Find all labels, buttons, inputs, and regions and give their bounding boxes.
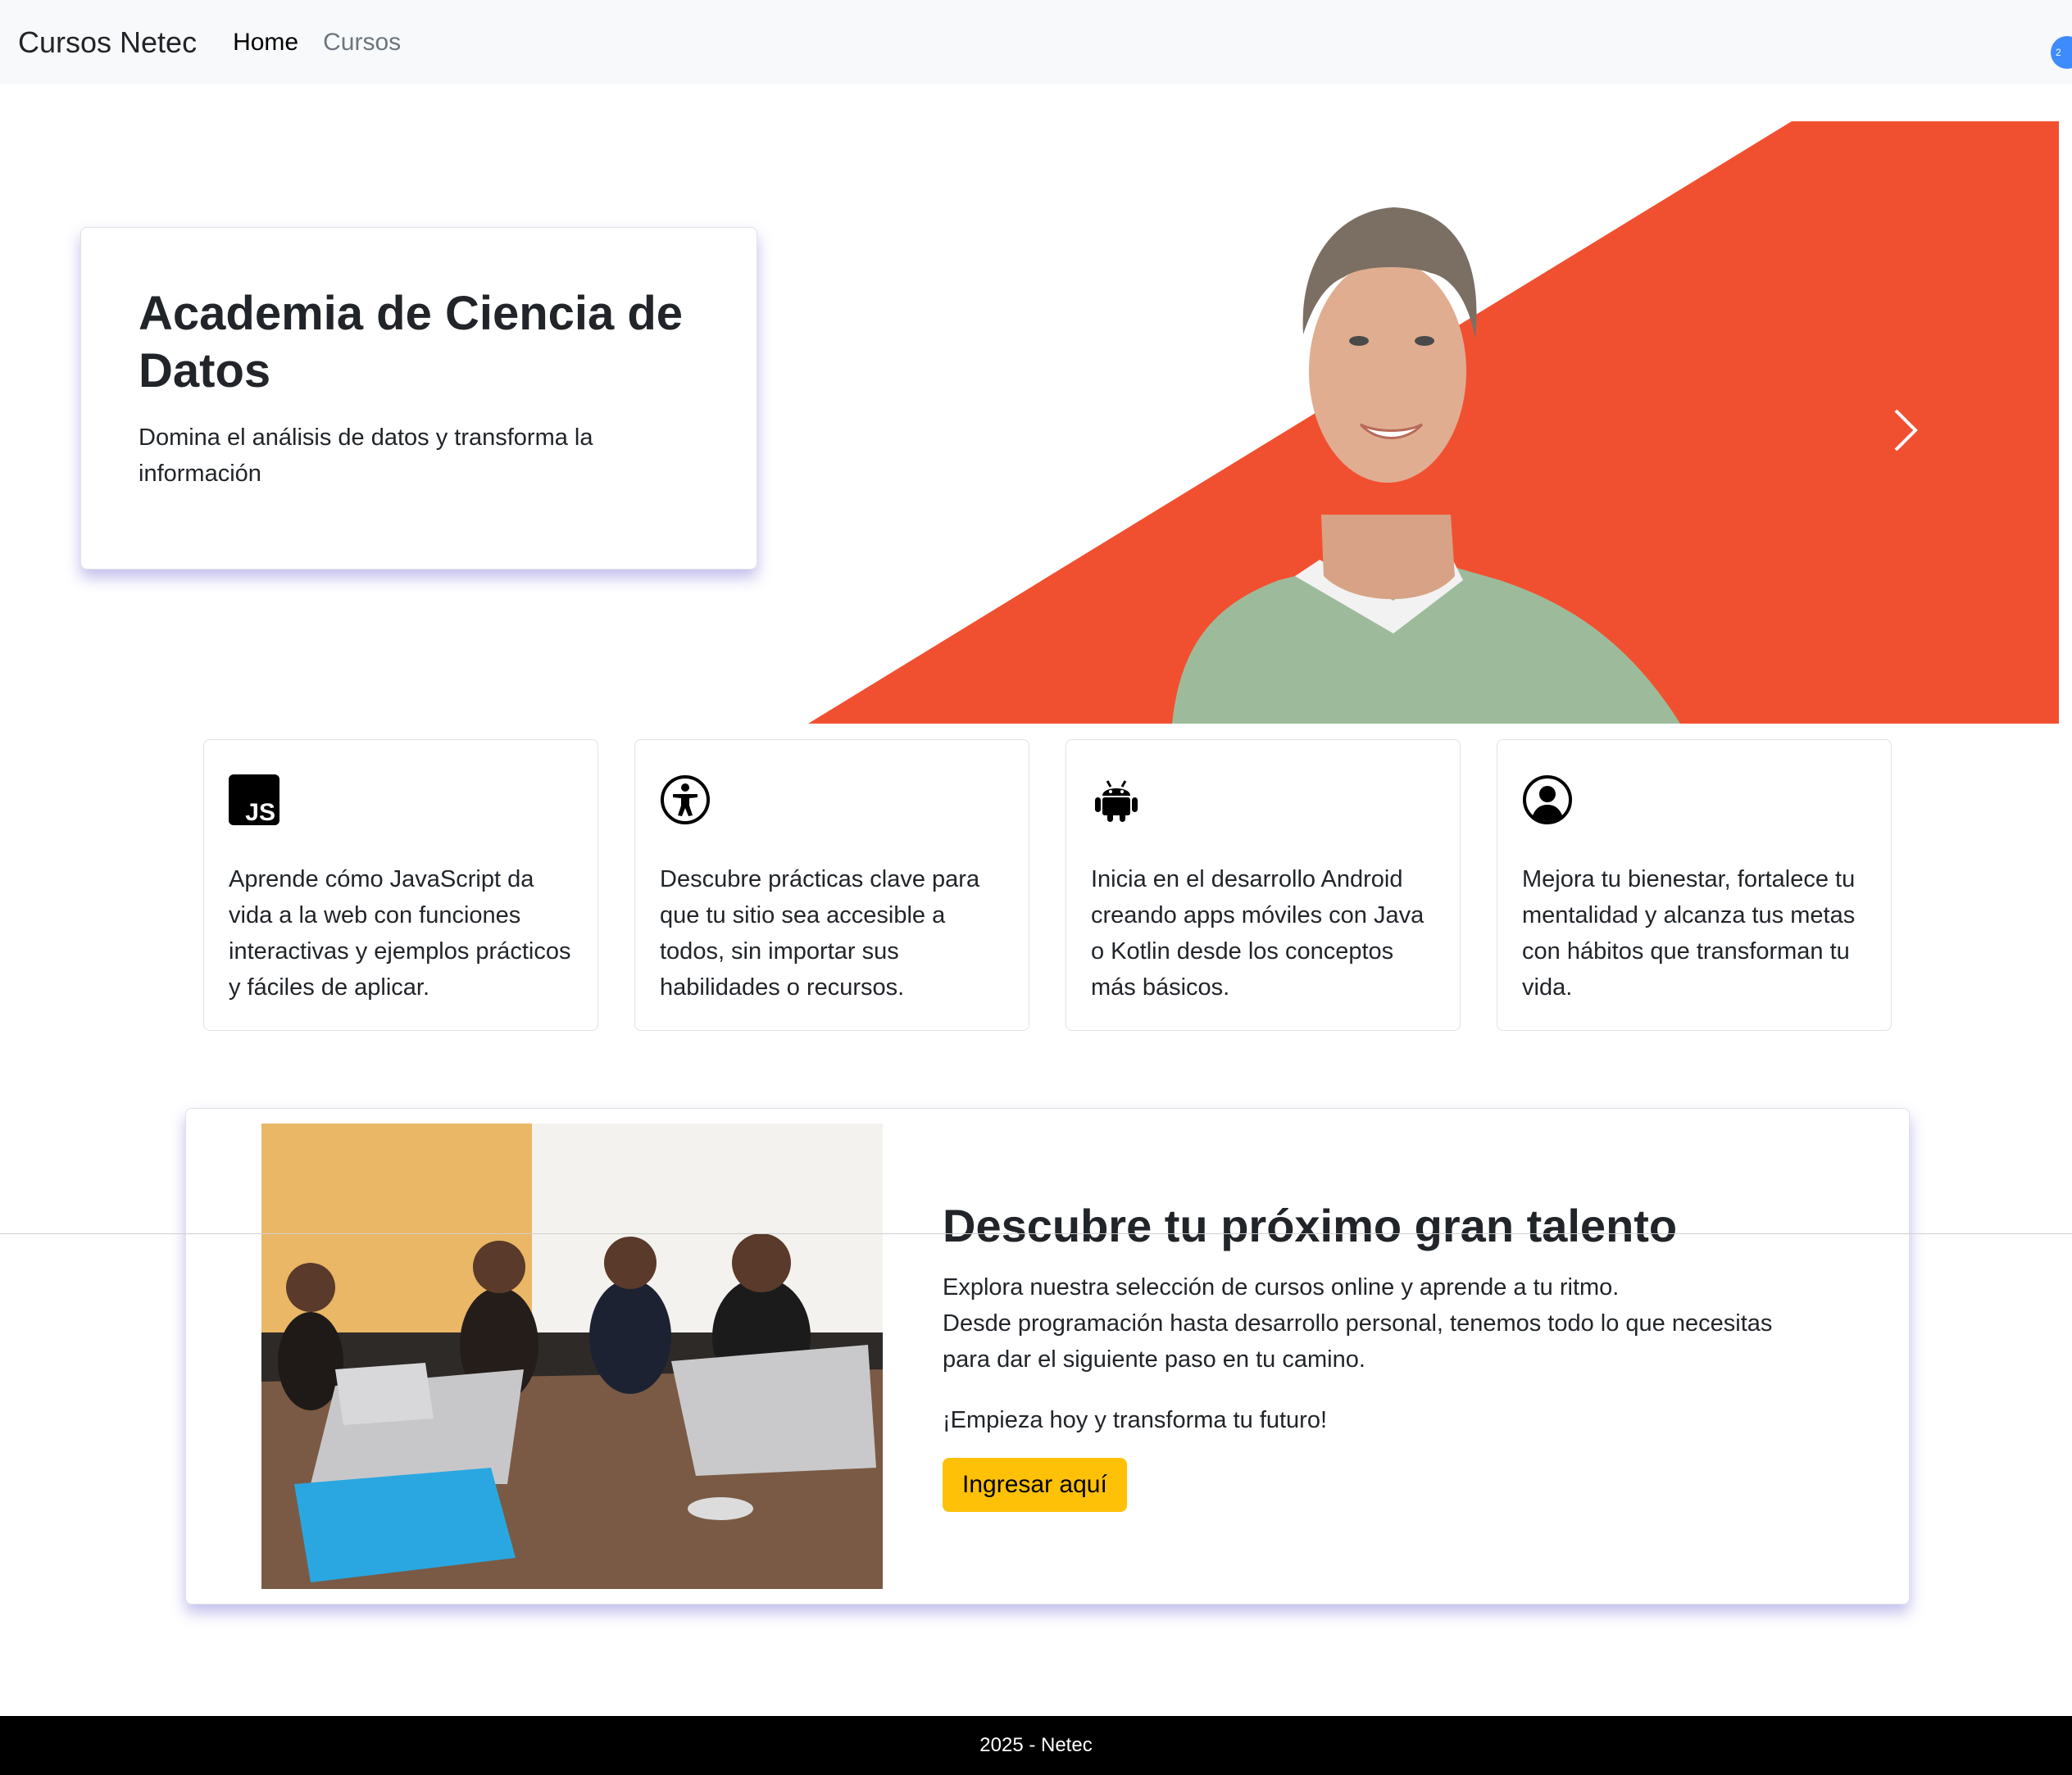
promo-cta-text: ¡Empieza hoy y transforma tu futuro!: [943, 1407, 1328, 1433]
accessibility-icon: [661, 775, 710, 824]
promo-line: para dar el siguiente paso en tu camino.: [943, 1346, 1365, 1373]
feature-card-javascript[interactable]: JS Aprende cómo JavaScript da vida a la …: [203, 739, 598, 1031]
hero-title: Academia de Ciencia de Datos: [139, 287, 684, 397]
feature-text: Mejora tu bienestar, fortalece tu mental…: [1522, 866, 1856, 1001]
team-meeting-photo: [261, 1124, 883, 1589]
android-icon: [1095, 780, 1138, 822]
feature-text: Inicia en el desarrollo Android creando …: [1091, 866, 1424, 1001]
promo-content: Descubre tu próximo gran talento Explora…: [943, 1199, 1861, 1512]
footer: 2025 - Netec: [0, 1716, 2072, 1775]
promo-description: Explora nuestra selección de cursos onli…: [943, 1269, 1861, 1378]
feature-text: Descubre prácticas clave para que tu sit…: [660, 866, 980, 1001]
feature-text: Aprende cómo JavaScript da vida a la web…: [229, 866, 571, 1001]
horizontal-divider: [0, 1233, 2072, 1234]
promo-line: Explora nuestra selección de cursos onli…: [943, 1274, 1620, 1301]
feature-cards: JS Aprende cómo JavaScript da vida a la …: [203, 739, 1892, 1031]
person-circle-icon: [1523, 775, 1572, 824]
feature-card-wellbeing[interactable]: Mejora tu bienestar, fortalece tu mental…: [1497, 739, 1892, 1031]
navbar: Cursos Netec Home Cursos 2: [0, 0, 2072, 84]
ingresar-button[interactable]: Ingresar aquí: [943, 1458, 1127, 1512]
footer-text: 2025 - Netec: [979, 1734, 1093, 1756]
hero-subtitle: Domina el análisis de datos y transforma…: [139, 424, 593, 487]
nav-link-cursos[interactable]: Cursos: [323, 29, 401, 57]
hero-carousel: Academia de Ciencia de Datos Domina el a…: [0, 84, 2072, 724]
promo-line: Desde programación hasta desarrollo pers…: [943, 1310, 1773, 1337]
javascript-icon: JS: [229, 774, 279, 825]
user-avatar-badge[interactable]: 2: [2051, 36, 2072, 69]
promo-card: Descubre tu próximo gran talento Explora…: [185, 1108, 1910, 1605]
chevron-right-icon[interactable]: [1889, 406, 1922, 455]
nav-link-home[interactable]: Home: [233, 29, 298, 57]
hero-caption-card: Academia de Ciencia de Datos Domina el a…: [80, 227, 757, 570]
feature-card-accessibility[interactable]: Descubre prácticas clave para que tu sit…: [634, 739, 1029, 1031]
feature-card-android[interactable]: Inicia en el desarrollo Android creando …: [1066, 739, 1461, 1031]
brand-logo[interactable]: Cursos Netec: [18, 25, 197, 60]
javascript-icon-label: JS: [245, 799, 275, 825]
promo-title: Descubre tu próximo gran talento: [943, 1200, 1678, 1251]
